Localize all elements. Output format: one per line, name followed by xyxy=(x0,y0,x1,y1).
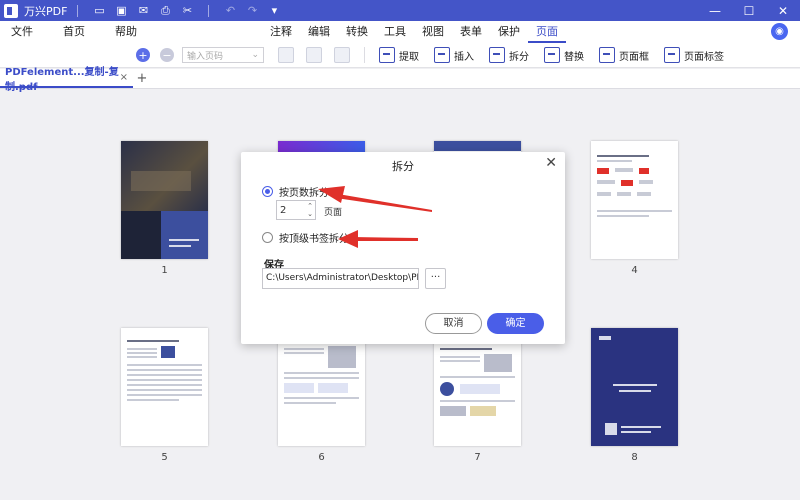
page-thumbnail-8[interactable] xyxy=(591,328,678,446)
close-tab-icon[interactable]: × xyxy=(120,72,128,83)
save-path-input[interactable]: C:\Users\Administrator\Desktop\PDFExp xyxy=(262,268,419,289)
add-tab-button[interactable]: + xyxy=(133,69,151,88)
minimize-button[interactable]: — xyxy=(698,0,732,21)
insert-button[interactable]: 插入 xyxy=(434,47,474,63)
split-icon xyxy=(489,47,505,63)
page-number-label: 4 xyxy=(631,265,638,276)
mail-icon[interactable]: ✉ xyxy=(132,0,154,21)
close-window-button[interactable]: ✕ xyxy=(766,0,800,21)
menu-protect[interactable]: 保护 xyxy=(490,21,528,43)
menu-view[interactable]: 视图 xyxy=(414,21,452,43)
pages-count-value: 2 xyxy=(280,204,287,216)
cancel-button[interactable]: 取消 xyxy=(425,313,482,334)
page-label-label: 页面标签 xyxy=(684,51,724,63)
menu-edit[interactable]: 编辑 xyxy=(300,21,338,43)
print-icon[interactable]: ⎙ xyxy=(154,0,176,21)
save-icon[interactable]: ▣ xyxy=(110,0,132,21)
window-controls: — ☐ ✕ xyxy=(698,0,800,21)
menu-comment[interactable]: 注释 xyxy=(262,21,300,43)
title-separator xyxy=(77,4,79,17)
title-bar: 万兴PDF ▭ ▣ ✉ ⎙ ✂ ↶ ↷ ▾ — ☐ ✕ xyxy=(0,0,800,21)
folder-icon[interactable]: ▭ xyxy=(88,0,110,21)
page-box-label: 页面框 xyxy=(619,51,649,63)
page-thumbnail-6[interactable] xyxy=(278,328,365,446)
undo-icon[interactable]: ↶ xyxy=(219,0,241,21)
page-label-button[interactable]: 页面标签 xyxy=(664,47,724,63)
delete-page-icon[interactable] xyxy=(334,47,350,63)
split-dialog: 拆分 ✕ 按页数拆分 2 ⌃ ⌄ 页面 按顶级书签拆分 保存 C:\Users\… xyxy=(241,152,565,344)
chevron-up-icon[interactable]: ⌃ xyxy=(307,202,313,210)
menu-help[interactable]: 帮助 xyxy=(106,21,146,43)
rotate-left-icon[interactable] xyxy=(278,47,294,63)
replace-button[interactable]: 替换 xyxy=(544,47,584,63)
split-by-pages-option[interactable]: 按页数拆分 xyxy=(262,184,329,199)
page-number-label: 7 xyxy=(474,452,481,463)
page-thumbnail-7[interactable] xyxy=(434,328,521,446)
chevron-down-icon: ⌄ xyxy=(251,50,259,60)
document-tab-title: PDFelement...复制-复制.pdf xyxy=(5,66,119,93)
chevron-down-icon[interactable]: ⌄ xyxy=(307,210,313,218)
toolbar-separator xyxy=(364,47,365,63)
replace-label: 替换 xyxy=(564,51,584,63)
page-thumbnail-5[interactable] xyxy=(121,328,208,446)
split-button[interactable]: 拆分 xyxy=(489,47,529,63)
close-icon[interactable]: ✕ xyxy=(545,155,557,171)
page-number-label: 1 xyxy=(161,265,168,276)
menu-convert[interactable]: 转换 xyxy=(338,21,376,43)
radio-unchecked-icon[interactable] xyxy=(262,232,273,243)
page-number-label: 6 xyxy=(318,452,325,463)
menu-center: 注释 编辑 转换 工具 视图 表单 保护 页面 xyxy=(262,21,566,43)
pages-unit-label: 页面 xyxy=(324,208,343,218)
extract-label: 提取 xyxy=(399,51,419,63)
menu-bar: 文件 首页 帮助 注释 编辑 转换 工具 视图 表单 保护 页面 ◉ xyxy=(0,21,800,43)
page-box-icon xyxy=(599,47,615,63)
insert-label: 插入 xyxy=(454,51,474,63)
stepper-arrows: ⌃ ⌄ xyxy=(307,202,313,218)
page-label-icon xyxy=(664,47,680,63)
page-number-input[interactable]: 输入页码 ⌄ xyxy=(182,47,264,63)
rotate-right-icon[interactable] xyxy=(306,47,322,63)
dialog-title: 拆分 xyxy=(392,160,414,173)
page-number-label: 8 xyxy=(631,452,638,463)
pages-count-stepper[interactable]: 2 ⌃ ⌄ xyxy=(276,200,316,220)
dropdown-icon[interactable]: ▾ xyxy=(263,0,285,21)
menu-tools[interactable]: 工具 xyxy=(376,21,414,43)
page-box-button[interactable]: 页面框 xyxy=(599,47,649,63)
title-separator xyxy=(208,4,210,17)
split-by-bookmark-option[interactable]: 按顶级书签拆分 xyxy=(262,230,349,245)
page-toolbar: + − 输入页码 ⌄ 提取 插入 拆分 替换 页面框 页面标签 xyxy=(0,43,800,68)
scissors-icon[interactable]: ✂ xyxy=(176,0,198,21)
page-thumbnail-1[interactable] xyxy=(121,141,208,259)
maximize-button[interactable]: ☐ xyxy=(732,0,766,21)
replace-icon xyxy=(544,47,560,63)
menu-file[interactable]: 文件 xyxy=(2,21,42,43)
insert-icon xyxy=(434,47,450,63)
split-by-pages-label: 按页数拆分 xyxy=(279,188,329,199)
menu-left: 文件 首页 帮助 xyxy=(2,21,158,43)
menu-home[interactable]: 首页 xyxy=(54,21,94,43)
split-label: 拆分 xyxy=(509,51,529,63)
ok-button[interactable]: 确定 xyxy=(487,313,544,334)
document-tab[interactable]: PDFelement...复制-复制.pdf × xyxy=(0,67,133,93)
redo-icon[interactable]: ↷ xyxy=(241,0,263,21)
page-number-label: 5 xyxy=(161,452,168,463)
document-tab-bar: PDFelement...复制-复制.pdf × + xyxy=(0,67,800,93)
app-name: 万兴PDF xyxy=(24,4,68,18)
menu-page[interactable]: 页面 xyxy=(528,21,566,43)
user-avatar-icon[interactable]: ◉ xyxy=(771,23,788,40)
menu-form[interactable]: 表单 xyxy=(452,21,490,43)
zoom-in-icon[interactable]: + xyxy=(136,48,150,62)
browse-button[interactable]: ··· xyxy=(425,268,446,289)
extract-icon xyxy=(379,47,395,63)
split-by-bookmark-label: 按顶级书签拆分 xyxy=(279,234,349,245)
extract-button[interactable]: 提取 xyxy=(379,47,419,63)
page-thumbnail-4[interactable] xyxy=(591,141,678,259)
page-number-placeholder: 输入页码 xyxy=(187,51,224,62)
zoom-out-icon[interactable]: − xyxy=(160,48,174,62)
radio-checked-icon[interactable] xyxy=(262,186,273,197)
app-logo-icon xyxy=(4,3,18,18)
